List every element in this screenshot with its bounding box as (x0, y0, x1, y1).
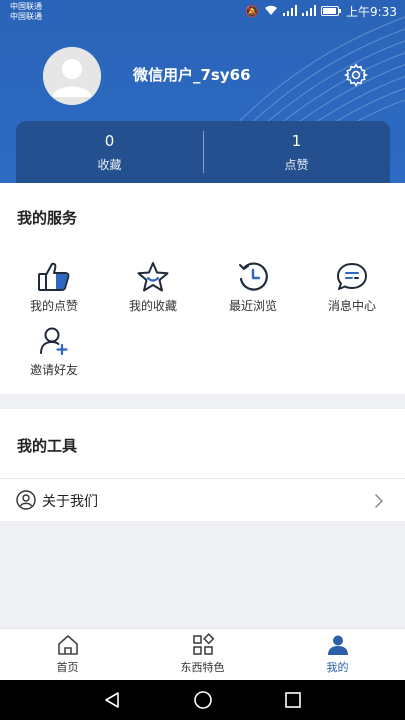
signal-icon-2 (302, 5, 317, 18)
person-icon (327, 635, 348, 655)
avatar[interactable] (43, 47, 101, 105)
mute-icon: 🔕 (245, 4, 260, 18)
wifi-icon (264, 5, 278, 18)
tab-home-label: 首页 (56, 661, 79, 674)
tab-mine-label: 我的 (326, 661, 349, 674)
service-recent-browse[interactable]: 最近浏览 (213, 261, 293, 314)
bottom-tab-bar: 首页 东西特色 我的 (0, 628, 405, 680)
chevron-right-icon (375, 494, 383, 508)
thumbs-up-icon (38, 262, 70, 291)
status-bar: 中国联通 中国联通 🔕 上午9:33 (0, 0, 405, 26)
signal-icon (283, 5, 298, 18)
carrier-1: 中国联通 (10, 2, 42, 11)
tools-section: 我的工具 关于我们 (0, 409, 405, 521)
battery-icon (321, 5, 342, 18)
stat-likes-value: 1 (291, 132, 302, 150)
service-my-favorites-label: 我的收藏 (128, 299, 177, 313)
tab-features-label: 东西特色 (180, 661, 225, 674)
carrier-labels: 中国联通 中国联通 (10, 2, 42, 22)
stat-favorites-value: 0 (104, 132, 115, 150)
stat-likes[interactable]: 1 点赞 (203, 121, 390, 183)
service-recent-browse-label: 最近浏览 (228, 299, 277, 313)
services-title: 我的服务 (17, 209, 78, 227)
service-my-likes-label: 我的点赞 (29, 299, 78, 313)
status-icons: 🔕 上午9:33 (245, 5, 397, 18)
message-icon (337, 263, 367, 290)
star-icon (137, 262, 169, 292)
user-circle-icon (16, 490, 36, 510)
grid-icon (192, 633, 214, 655)
service-my-favorites[interactable]: 我的收藏 (113, 261, 193, 314)
history-clock-icon (239, 262, 268, 291)
tab-home[interactable]: 首页 (0, 629, 135, 680)
services-section: 我的服务 我的点赞 我的收藏 最近浏览 消息中心 邀请好友 (0, 183, 405, 394)
recent-apps-icon[interactable] (284, 691, 302, 709)
username: 微信用户_7sy66 (133, 66, 251, 84)
carrier-2: 中国联通 (10, 12, 42, 21)
back-icon[interactable] (103, 691, 121, 709)
service-invite-friends[interactable]: 邀请好友 (14, 325, 94, 378)
about-us-row[interactable]: 关于我们 (0, 478, 405, 521)
system-navigation-bar (0, 680, 405, 720)
stats-panel: 0 收藏 1 点赞 (16, 121, 390, 183)
settings-button[interactable] (343, 62, 369, 88)
service-message-center-label: 消息中心 (327, 299, 376, 313)
service-my-likes[interactable]: 我的点赞 (14, 261, 94, 314)
stat-favorites[interactable]: 0 收藏 (16, 121, 203, 183)
default-avatar-icon (43, 47, 101, 105)
tab-mine[interactable]: 我的 (270, 629, 405, 680)
tab-features[interactable]: 东西特色 (135, 629, 270, 680)
stat-likes-label: 点赞 (284, 158, 309, 172)
tools-title: 我的工具 (17, 437, 78, 455)
profile-header: 中国联通 中国联通 🔕 上午9:33 微信用户_7sy66 0 收藏 1 点赞 (0, 0, 405, 183)
add-user-icon (40, 327, 68, 356)
gear-icon (343, 63, 369, 87)
service-message-center[interactable]: 消息中心 (312, 261, 392, 314)
status-time: 上午9:33 (346, 4, 397, 19)
home-icon (57, 635, 78, 655)
service-invite-friends-label: 邀请好友 (29, 363, 78, 377)
home-circle-icon[interactable] (193, 690, 213, 710)
about-us-label: 关于我们 (42, 494, 98, 510)
stat-favorites-label: 收藏 (97, 158, 122, 172)
